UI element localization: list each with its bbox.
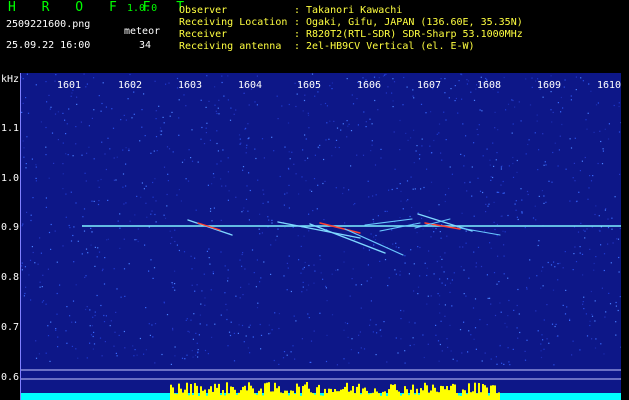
- info-value-antenna: 2el-HB9CV Vertical (el. E-W): [306, 41, 475, 52]
- meteor-label: meteor: [124, 26, 161, 37]
- y-tick-label: 1.0: [1, 173, 20, 184]
- datetime: 25.09.22 16:00: [6, 40, 91, 51]
- x-tick-label: 1603: [178, 80, 203, 91]
- x-tick-label: 1601: [57, 80, 82, 91]
- info-value-location: Ogaki, Gifu, JAPAN (136.60E, 35.35N): [306, 17, 523, 28]
- y-axis-line: [20, 73, 21, 400]
- info-key-observer: Observer: [179, 5, 228, 16]
- meteor-count: 34: [139, 40, 152, 51]
- filename: 2509221600.png: [6, 19, 91, 30]
- info-sep: :: [294, 41, 301, 52]
- header-panel: H R O F F T 1.0.0 2509221600.png 25.09.2…: [0, 0, 629, 73]
- x-tick-label: 1610: [597, 80, 622, 91]
- app-title: H R O F F T: [8, 0, 194, 15]
- info-value-receiver: R820T2(RTL-SDR) SDR-Sharp 53.1000MHz: [306, 29, 523, 40]
- x-tick-label: 1607: [417, 80, 442, 91]
- spectrogram-background: [20, 73, 621, 400]
- info-key-receiver: Receiver: [179, 29, 228, 40]
- x-tick-label: 1606: [357, 80, 382, 91]
- y-tick-label: 0.6: [1, 372, 20, 383]
- x-tick-label: 1604: [238, 80, 263, 91]
- y-tick-label: 0.8: [1, 272, 20, 283]
- x-tick-label: 1608: [477, 80, 502, 91]
- y-tick-label: 0.7: [1, 322, 20, 333]
- y-axis-unit: kHz: [1, 74, 20, 85]
- x-tick-label: 1609: [537, 80, 562, 91]
- info-key-location: Receiving Location: [179, 17, 288, 28]
- info-sep: :: [294, 29, 301, 40]
- x-tick-label: 1605: [297, 80, 322, 91]
- info-key-antenna: Receiving antenna: [179, 41, 282, 52]
- spectrogram: [20, 73, 621, 400]
- x-tick-label: 1602: [118, 80, 143, 91]
- info-sep: :: [294, 17, 301, 28]
- app-version: 1.0.0: [127, 3, 158, 14]
- info-sep: :: [294, 5, 301, 16]
- y-tick-label: 1.1: [1, 123, 20, 134]
- info-value-observer: Takanori Kawachi: [306, 5, 403, 16]
- y-tick-label: 0.9: [1, 222, 20, 233]
